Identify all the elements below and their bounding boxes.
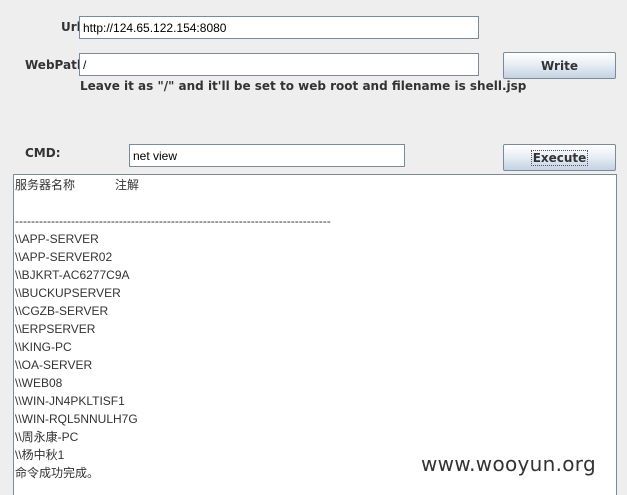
url-input[interactable] [79, 16, 479, 39]
write-button[interactable]: Write [503, 52, 616, 79]
webpath-input[interactable] [79, 53, 479, 76]
output-line: \\OA-SERVER [15, 358, 93, 372]
output-line: \\WEB08 [15, 376, 63, 390]
output-line: \\WIN-JN4PKLTISF1 [15, 394, 125, 408]
write-button-label: Write [541, 58, 578, 73]
output-line: \\KING-PC [15, 340, 72, 354]
execute-button[interactable]: Execute [503, 144, 616, 171]
output-line: \\ERPSERVER [15, 322, 96, 336]
cmd-input[interactable] [129, 144, 405, 167]
output-line: \\周永康-PC [15, 430, 79, 444]
output-textarea[interactable]: 服务器名称 注解 --------------------------------… [13, 174, 617, 495]
watermark-text: www.wooyun.org [421, 452, 596, 476]
cmd-label: CMD: [25, 146, 61, 160]
output-line: ----------------------------------------… [15, 214, 331, 228]
output-line: 命令成功完成。 [15, 466, 100, 480]
output-line: 服务器名称 注解 [15, 178, 140, 192]
output-line: \\杨中秋1 [15, 448, 65, 462]
output-line: \\BJKRT-AC6277C9A [15, 268, 130, 282]
output-line: \\BUCKUPSERVER [15, 286, 121, 300]
output-line: \\WIN-RQL5NNULH7G [15, 412, 138, 426]
output-line: \\CGZB-SERVER [15, 304, 109, 318]
output-line: \\APP-SERVER02 [15, 250, 113, 264]
execute-button-label: Execute [530, 149, 589, 166]
output-line: \\APP-SERVER [15, 232, 99, 246]
webpath-hint: Leave it as "/" and it'll be set to web … [80, 79, 527, 93]
